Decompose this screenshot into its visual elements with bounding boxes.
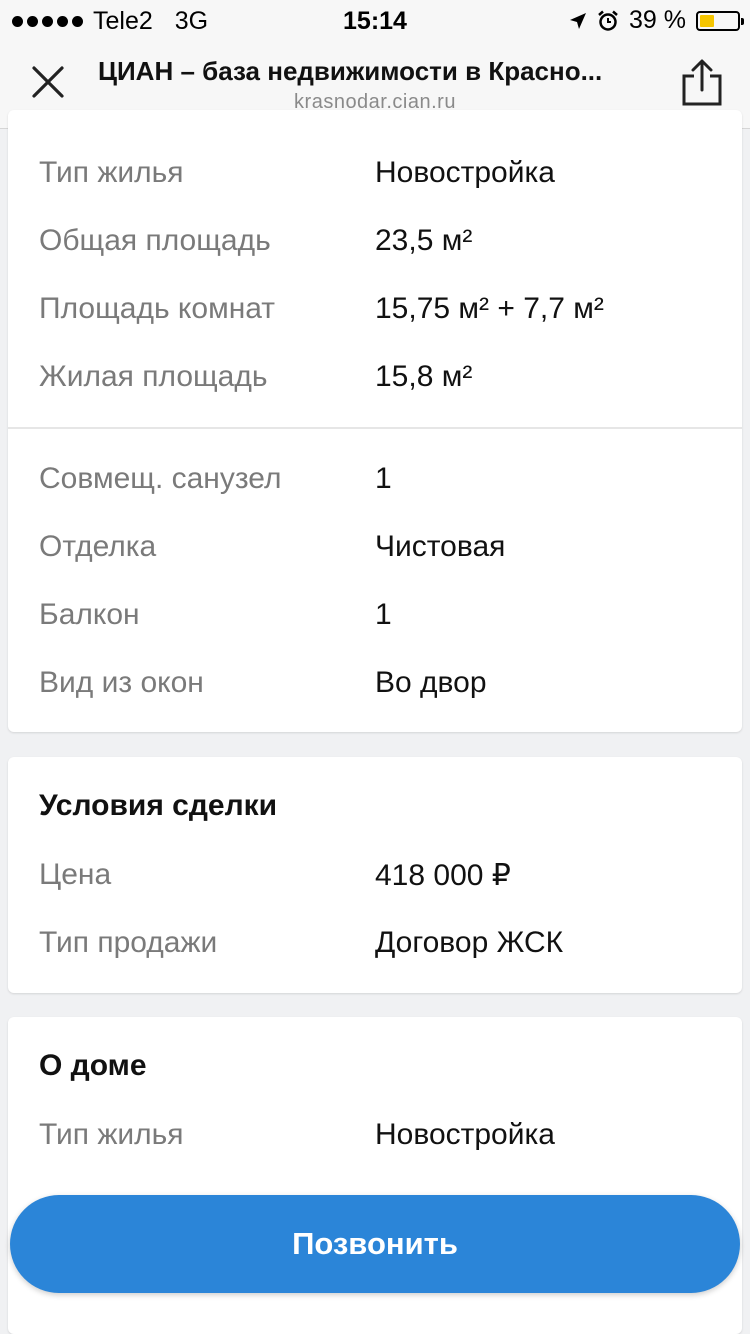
detail-value: Чистовая: [375, 530, 506, 563]
status-right: 39 %: [569, 6, 744, 35]
detail-row: Общая площадь 23,5 м²: [8, 224, 742, 264]
detail-row: Тип жилья Новостройка: [8, 156, 742, 196]
house-title: О доме: [39, 1049, 147, 1082]
detail-label: Тип продажи: [39, 926, 218, 959]
detail-row: Совмещ. санузел 1: [8, 462, 742, 502]
detail-row: Цена 418 000 ₽: [8, 858, 742, 898]
detail-value: Договор ЖСК: [375, 926, 564, 959]
detail-value: Во двор: [375, 666, 487, 699]
detail-row: Тип продажи Договор ЖСК: [8, 926, 742, 966]
detail-row: Жилая площадь 15,8 м²: [8, 360, 742, 400]
detail-value: 15,8 м²: [375, 360, 473, 393]
detail-label: Тип жилья: [39, 156, 184, 189]
detail-value: Новостройка: [375, 1118, 555, 1151]
detail-label: Отделка: [39, 530, 157, 563]
detail-label: Общая площадь: [39, 224, 271, 257]
deal-card: Условия сделки Цена 418 000 ₽ Тип продаж…: [8, 757, 742, 993]
detail-row: Отделка Чистовая: [8, 530, 742, 570]
battery-level: [700, 14, 715, 27]
detail-value: 1: [375, 598, 392, 631]
alarm-icon: [598, 10, 618, 31]
detail-value: 1: [375, 462, 392, 495]
location-arrow-icon: [570, 12, 587, 29]
call-button[interactable]: Позвонить: [10, 1195, 740, 1293]
page-title: ЦИАН – база недвижимости в Красно...: [98, 56, 603, 86]
share-icon[interactable]: [680, 58, 724, 108]
battery-icon: [696, 10, 744, 31]
detail-row: Площадь комнат 15,75 м² + 7,7 м²: [8, 292, 742, 332]
detail-label: Тип жилья: [39, 1118, 184, 1151]
detail-value: Новостройка: [375, 156, 555, 189]
detail-label: Вид из окон: [39, 666, 204, 699]
detail-label: Цена: [39, 858, 112, 891]
section-divider: [8, 427, 742, 429]
detail-label: Жилая площадь: [39, 360, 268, 393]
detail-row: Балкон 1: [8, 598, 742, 638]
battery-percent: 39 %: [629, 6, 686, 34]
detail-value: 15,75 м² + 7,7 м²: [375, 292, 604, 325]
status-bar: Tele2 3G 15:14 39 %: [0, 0, 750, 40]
detail-value: 23,5 м²: [375, 224, 473, 257]
detail-label: Совмещ. санузел: [39, 462, 282, 495]
deal-title: Условия сделки: [39, 789, 278, 822]
details-card: Тип жилья Новостройка Общая площадь 23,5…: [8, 110, 742, 732]
detail-row: Тип жилья Новостройка: [8, 1118, 742, 1158]
call-button-label: Позвонить: [292, 1226, 458, 1261]
detail-label: Балкон: [39, 598, 140, 631]
detail-label: Площадь комнат: [39, 292, 276, 325]
detail-row: Вид из окон Во двор: [8, 666, 742, 706]
price-value: 418 000 ₽: [375, 859, 511, 892]
